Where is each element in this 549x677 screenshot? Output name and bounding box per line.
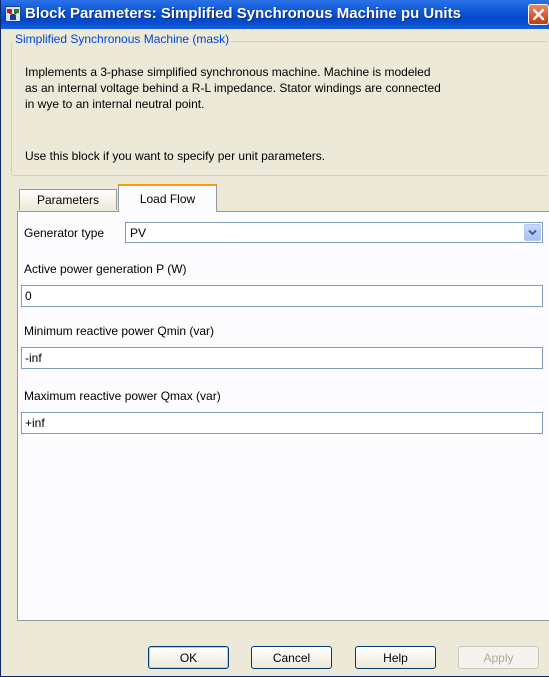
mask-usage-text: Use this block if you want to specify pe… <box>25 149 326 163</box>
chevron-down-icon <box>528 229 537 236</box>
qmin-input[interactable] <box>21 347 543 369</box>
dropdown-arrow-button[interactable] <box>524 224 541 241</box>
simulink-block-icon <box>5 6 21 22</box>
tab-load-flow-label: Load Flow <box>139 192 196 206</box>
ok-button[interactable]: OK <box>148 646 229 669</box>
qmin-label: Minimum reactive power Qmin (var) <box>24 324 215 338</box>
generator-type-select[interactable]: PV <box>125 222 543 243</box>
close-icon <box>532 8 545 21</box>
group-legend: Simplified Synchronous Machine (mask) <box>13 32 232 46</box>
help-button[interactable]: Help <box>355 646 436 669</box>
tab-parameters[interactable]: Parameters <box>19 189 117 210</box>
tab-load-flow[interactable]: Load Flow <box>118 184 217 212</box>
qmax-input[interactable] <box>21 412 543 434</box>
generator-type-value: PV <box>130 226 147 240</box>
apply-button: Apply <box>458 646 539 669</box>
block-parameters-dialog: Block Parameters: Simplified Synchronous… <box>0 0 549 677</box>
active-power-label: Active power generation P (W) <box>24 262 187 276</box>
mask-description-text: Implements a 3-phase simplified synchron… <box>25 65 441 111</box>
title-bar[interactable]: Block Parameters: Simplified Synchronous… <box>1 0 549 29</box>
cancel-button[interactable]: Cancel <box>251 646 332 669</box>
generator-type-label: Generator type <box>24 226 105 240</box>
active-power-input[interactable] <box>21 285 543 307</box>
close-button[interactable] <box>528 4 549 25</box>
window-title: Block Parameters: Simplified Synchronous… <box>25 5 461 22</box>
tab-parameters-label: Parameters <box>36 193 100 207</box>
qmax-label: Maximum reactive power Qmax (var) <box>24 389 221 403</box>
